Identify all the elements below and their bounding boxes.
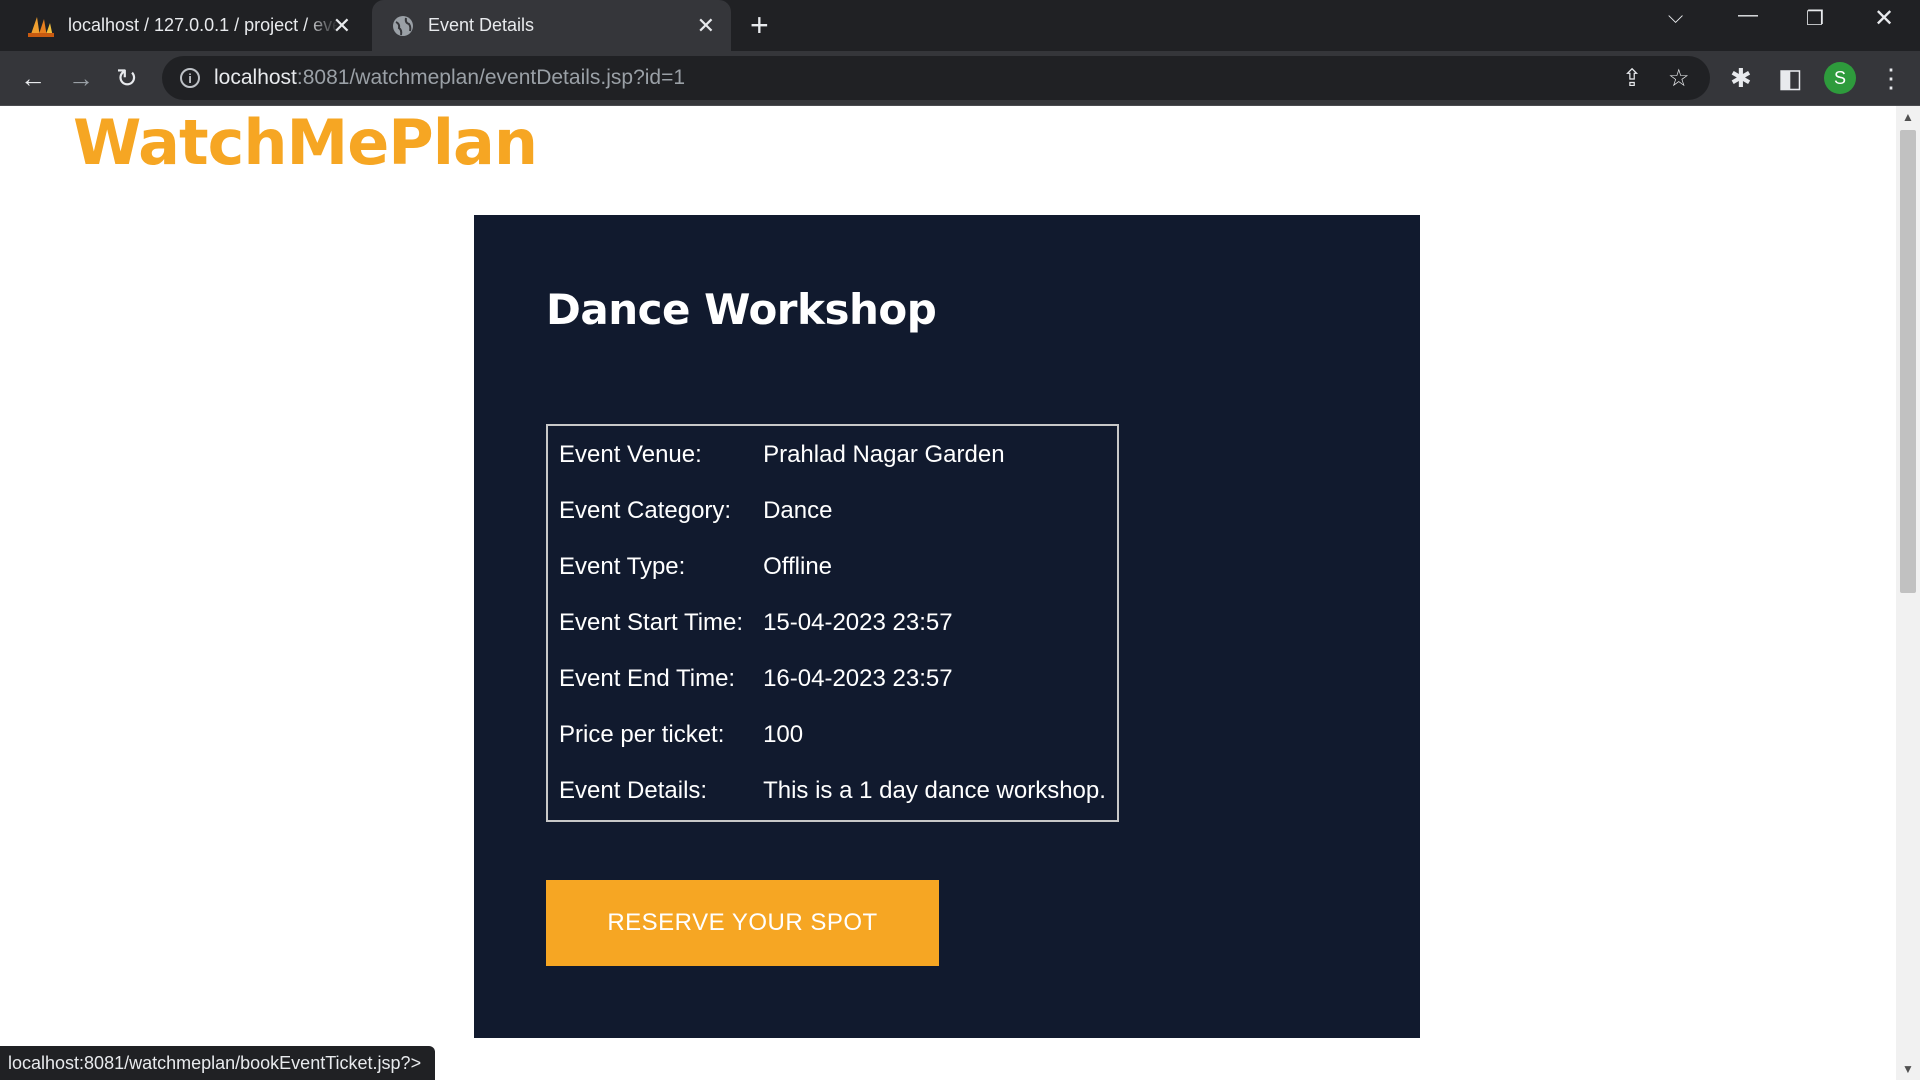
- detail-value: 16-04-2023 23:57: [763, 665, 953, 692]
- tab-title: localhost / 127.0.0.1 / project / events…: [68, 15, 338, 35]
- globe-icon: [393, 15, 413, 36]
- scrollbar-thumb[interactable]: [1900, 130, 1916, 593]
- profile-avatar[interactable]: S: [1824, 62, 1856, 94]
- detail-label: Price per ticket:: [559, 721, 725, 748]
- share-icon[interactable]: ⇪: [1622, 64, 1642, 93]
- scroll-up-arrow-icon[interactable]: ▲: [1902, 110, 1914, 124]
- table-row: Event Start Time: 15-04-2023 23:57: [550, 596, 1115, 650]
- bookmark-star-icon[interactable]: ☆: [1668, 64, 1690, 93]
- address-bar[interactable]: i localhost:8081/watchmeplan/eventDetail…: [162, 56, 1710, 100]
- table-row: Event Venue: Prahlad Nagar Garden: [550, 428, 1115, 482]
- tab-phpmyadmin[interactable]: localhost / 127.0.0.1 / project / events…: [0, 0, 367, 51]
- tab-title: Event Details: [428, 15, 535, 35]
- phpmyadmin-icon: [28, 16, 54, 37]
- reload-icon[interactable]: ↻: [116, 63, 138, 93]
- event-card: Dance Workshop Event Venue: Prahlad Naga…: [474, 215, 1420, 1038]
- tab-strip: localhost / 127.0.0.1 / project / events…: [0, 0, 1920, 51]
- event-title: Dance Workshop: [546, 285, 937, 334]
- tab-event-details[interactable]: Event Details ✕: [372, 0, 731, 51]
- browser-toolbar: ← → ↻ i localhost:8081/watchmeplan/event…: [0, 51, 1920, 106]
- detail-label: Event Category:: [559, 497, 732, 524]
- close-tab-icon[interactable]: ✕: [333, 13, 351, 39]
- event-details-table: Event Venue: Prahlad Nagar Garden Event …: [546, 424, 1119, 822]
- restore-icon[interactable]: ❐: [1806, 6, 1824, 31]
- vertical-scrollbar[interactable]: ▲ ▼: [1896, 106, 1920, 1080]
- detail-value: 100: [763, 721, 804, 748]
- detail-label: Event Start Time:: [559, 609, 744, 636]
- menu-kebab-icon[interactable]: ⋮: [1878, 63, 1904, 94]
- detail-label: Event Details:: [559, 777, 708, 804]
- scroll-down-arrow-icon[interactable]: ▼: [1902, 1062, 1914, 1076]
- detail-label: Event End Time:: [559, 665, 736, 692]
- table-row: Event Category: Dance: [550, 484, 1115, 538]
- reserve-spot-button[interactable]: RESERVE YOUR SPOT: [546, 880, 939, 966]
- extensions-puzzle-icon[interactable]: ✱: [1730, 63, 1752, 94]
- page-viewport: WatchMePlan Dance Workshop Event Venue: …: [0, 106, 1896, 1080]
- table-row: Event Type: Offline: [550, 540, 1115, 594]
- tab-search-chevron-icon[interactable]: ⌵: [1668, 6, 1683, 29]
- detail-value: This is a 1 day dance workshop.: [763, 777, 1106, 804]
- close-window-icon[interactable]: ✕: [1874, 4, 1894, 33]
- table-row: Event End Time: 16-04-2023 23:57: [550, 652, 1115, 706]
- detail-label: Event Type:: [559, 553, 686, 580]
- detail-label: Event Venue:: [559, 441, 702, 468]
- back-arrow-icon[interactable]: ←: [20, 63, 46, 93]
- detail-value: Dance: [763, 497, 833, 524]
- detail-value: Prahlad Nagar Garden: [763, 441, 1005, 468]
- site-logo[interactable]: WatchMePlan: [73, 106, 538, 179]
- site-info-icon[interactable]: i: [180, 68, 200, 88]
- detail-value: Offline: [763, 553, 833, 580]
- url-text[interactable]: localhost:8081/watchmeplan/eventDetails.…: [214, 66, 685, 90]
- forward-arrow-icon[interactable]: →: [68, 63, 94, 93]
- link-status-bubble: localhost:8081/watchmeplan/bookEventTick…: [0, 1046, 436, 1080]
- side-panel-icon[interactable]: ◧: [1778, 63, 1803, 94]
- detail-value: 15-04-2023 23:57: [763, 609, 953, 636]
- minimize-icon[interactable]: —: [1738, 4, 1758, 27]
- table-row: Event Details: This is a 1 day dance wor…: [550, 764, 1115, 818]
- new-tab-plus-icon[interactable]: +: [750, 9, 769, 41]
- table-row: Price per ticket: 100: [550, 708, 1115, 762]
- close-tab-icon[interactable]: ✕: [697, 13, 715, 39]
